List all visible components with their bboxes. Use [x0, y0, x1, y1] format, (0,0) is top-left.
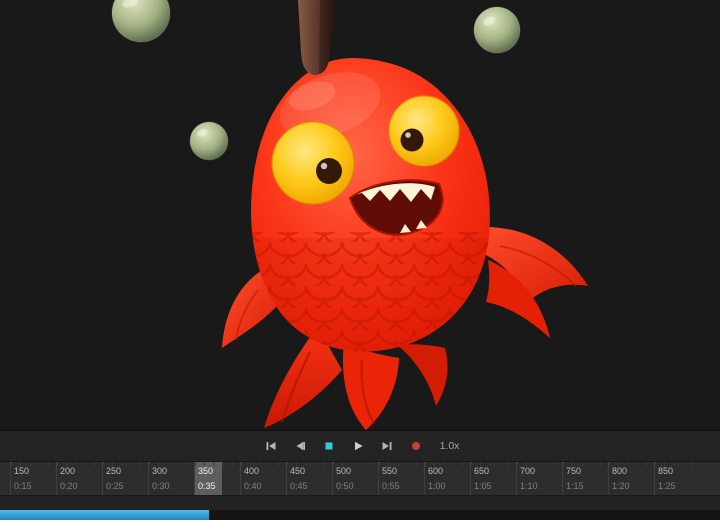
frame-number: 800 — [612, 466, 627, 476]
frame-number: 850 — [658, 466, 673, 476]
timeline-marker-350[interactable]: 350 0:35 — [194, 462, 240, 495]
timecode: 0:35 — [198, 481, 216, 491]
frame-number: 350 — [198, 466, 213, 476]
timecode: 0:25 — [106, 481, 124, 491]
animation-editor: 1.0x 150 0:15 200 0:20 250 0:25 300 0:30 350 0:35… — [0, 0, 720, 520]
transport-bar: 1.0x — [0, 430, 720, 461]
timecode: 1:00 — [428, 481, 446, 491]
frame-number: 500 — [336, 466, 351, 476]
timeline-marker-550[interactable]: 550 0:55 — [378, 462, 424, 495]
frame-number: 700 — [520, 466, 535, 476]
timeline-marker-400[interactable]: 400 0:40 — [240, 462, 286, 495]
frame-number: 550 — [382, 466, 397, 476]
timeline-marker-600[interactable]: 600 1:00 — [424, 462, 470, 495]
timeline-ruler[interactable]: 150 0:15 200 0:20 250 0:25 300 0:30 350 0:35 400 0:… — [0, 461, 720, 495]
scrollbar-thumb[interactable] — [0, 510, 209, 520]
timeline-track[interactable] — [0, 495, 720, 510]
animation-canvas — [0, 0, 720, 430]
go-to-start-icon — [265, 440, 277, 452]
timeline-marker-150[interactable]: 150 0:15 — [10, 462, 56, 495]
timeline-marker-250[interactable]: 250 0:25 — [102, 462, 148, 495]
timecode: 1:20 — [612, 481, 630, 491]
stop-button[interactable] — [319, 436, 339, 456]
frame-number: 250 — [106, 466, 121, 476]
timeline-marker-200[interactable]: 200 0:20 — [56, 462, 102, 495]
timecode: 0:15 — [14, 481, 32, 491]
timeline-marker-850[interactable]: 850 1:25 — [654, 462, 700, 495]
frame-number: 450 — [290, 466, 305, 476]
frame-number: 400 — [244, 466, 259, 476]
step-forward-icon — [381, 440, 393, 452]
timecode: 0:55 — [382, 481, 400, 491]
frame-number: 150 — [14, 466, 29, 476]
fish-left-eye — [272, 122, 354, 204]
bubble-2 — [474, 7, 520, 53]
step-back-icon — [294, 440, 306, 452]
stage-viewport — [0, 0, 720, 430]
timecode: 0:50 — [336, 481, 354, 491]
timecode: 1:25 — [658, 481, 676, 491]
playback-speed-label[interactable]: 1.0x — [435, 440, 460, 452]
stop-icon — [323, 440, 335, 452]
fish-scales — [246, 232, 496, 362]
frame-number: 750 — [566, 466, 581, 476]
timecode: 0:20 — [60, 481, 78, 491]
frame-number: 300 — [152, 466, 167, 476]
timecode: 0:45 — [290, 481, 308, 491]
bubble-3 — [190, 122, 228, 160]
timeline-marker-750[interactable]: 750 1:15 — [562, 462, 608, 495]
timecode: 0:30 — [152, 481, 170, 491]
step-forward-button[interactable] — [377, 436, 397, 456]
record-icon — [410, 440, 422, 452]
frame-number: 650 — [474, 466, 489, 476]
timecode: 0:40 — [244, 481, 262, 491]
timeline-scrollbar[interactable] — [0, 510, 720, 520]
timeline-marker-800[interactable]: 800 1:20 — [608, 462, 654, 495]
play-button[interactable] — [348, 436, 368, 456]
frame-number: 200 — [60, 466, 75, 476]
timeline-marker-650[interactable]: 650 1:05 — [470, 462, 516, 495]
frame-number: 600 — [428, 466, 443, 476]
bubble-1 — [112, 0, 170, 42]
timeline-marker-300[interactable]: 300 0:30 — [148, 462, 194, 495]
fish-right-eye — [389, 96, 459, 166]
timeline-marker-700[interactable]: 700 1:10 — [516, 462, 562, 495]
step-back-button[interactable] — [290, 436, 310, 456]
timecode: 1:15 — [566, 481, 584, 491]
timeline-marker-450[interactable]: 450 0:45 — [286, 462, 332, 495]
goldfish-character[interactable] — [222, 0, 588, 430]
go-to-start-button[interactable] — [261, 436, 281, 456]
timeline-marker-500[interactable]: 500 0:50 — [332, 462, 378, 495]
record-button[interactable] — [406, 436, 426, 456]
timecode: 1:05 — [474, 481, 492, 491]
timecode: 1:10 — [520, 481, 538, 491]
play-icon — [352, 440, 364, 452]
